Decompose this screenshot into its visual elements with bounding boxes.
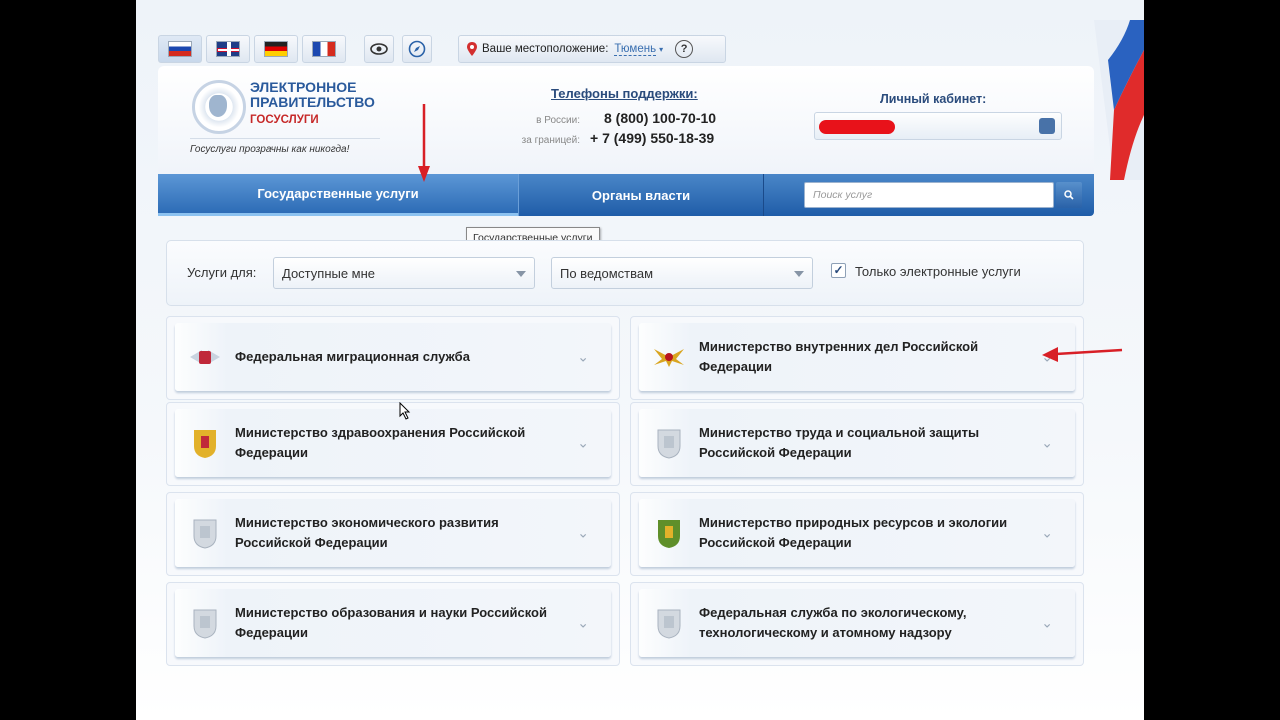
flag-uk-icon [216,41,240,57]
flag-ru-icon [168,41,192,57]
redacted-username [819,120,895,134]
chevron-down-icon[interactable]: ⌄ [1041,435,1053,452]
accessibility-button[interactable] [364,35,394,63]
slogan: Госуслуги прозрачны как никогда! [190,144,350,155]
slogan-divider [190,138,380,139]
logo-text[interactable]: ЭЛЕКТРОННОЕ ПРАВИТЕЛЬСТВО [250,80,400,110]
location-label: Ваше местоположение: [482,43,609,55]
department-card[interactable]: Министерство труда и социальной защиты Р… [630,402,1084,486]
search-input[interactable]: Поиск услуг [804,182,1054,208]
search-icon [1064,190,1074,200]
site-header: ЭЛЕКТРОННОЕ ПРАВИТЕЛЬСТВО ГОСУСЛУГИ Госу… [158,66,1094,174]
department-title[interactable]: Федеральная служба по экологическому, те… [699,603,1029,643]
department-card[interactable]: Федеральная миграционная служба ⌄ [166,316,620,400]
gosuslugi-page: Ваше местоположение: Тюмень ▾ ? ЭЛЕКТРОН… [136,0,1144,720]
chevron-down-icon[interactable]: ⌄ [577,349,589,366]
coat-of-arms-icon [187,425,223,461]
coat-of-arms-icon [651,515,687,551]
department-card[interactable]: Министерство природных ресурсов и эколог… [630,492,1084,576]
department-title[interactable]: Министерство здравоохранения Российской … [235,423,565,463]
lang-en-button[interactable] [206,35,250,63]
cabinet-user-box[interactable] [814,112,1062,140]
logo-line3: ГОСУСЛУГИ [250,114,319,126]
language-bar [158,35,432,63]
department-title[interactable]: Министерство природных ресурсов и эколог… [699,513,1029,553]
abroad-phone: + 7 (499) 550-18-39 [590,130,715,146]
department-card-body[interactable]: Министерство труда и социальной защиты Р… [639,409,1075,477]
audience-select[interactable]: Доступные мне [273,257,535,289]
annotation-arrow-down [418,104,430,182]
department-card[interactable]: Федеральная служба по экологическому, те… [630,582,1084,666]
abroad-label: за границей: [521,135,580,146]
compass-button[interactable] [402,35,432,63]
city-dropdown-icon[interactable]: ▾ [659,45,663,54]
department-card-body[interactable]: Министерство здравоохранения Российской … [175,409,611,477]
gosuslugi-logo-icon[interactable] [192,80,246,134]
chevron-down-icon[interactable]: ⌄ [1041,525,1053,542]
flag-fr-icon [312,41,336,57]
location-pin-icon [467,42,477,56]
compass-icon [408,40,426,58]
electronic-only-label[interactable]: Только электронные услуги [855,264,1021,279]
mouse-cursor-icon [399,402,411,420]
audience-select-value: Доступные мне [282,266,376,281]
department-card[interactable]: Министерство образования и науки Российс… [166,582,620,666]
department-card[interactable]: Министерство здравоохранения Российской … [166,402,620,486]
coat-of-arms-icon [651,425,687,461]
chevron-down-icon [794,271,804,277]
support-phones-link[interactable]: Телефоны поддержки: [551,86,698,101]
department-title[interactable]: Министерство образования и науки Российс… [235,603,565,643]
coat-of-arms-icon [187,515,223,551]
department-card[interactable]: Министерство внутренних дел Российской Ф… [630,316,1084,400]
department-card-body[interactable]: Министерство природных ресурсов и эколог… [639,499,1075,567]
coat-of-arms-icon [187,339,223,375]
browser-viewport: Ваше местоположение: Тюмень ▾ ? ЭЛЕКТРОН… [136,0,1144,720]
department-card-body[interactable]: Министерство образования и науки Российс… [175,589,611,657]
tab-gov-services[interactable]: Государственные услуги [158,174,518,216]
chevron-down-icon[interactable]: ⌄ [1041,615,1053,632]
eye-icon [370,43,388,55]
main-nav: Государственные услуги Органы власти Пои… [158,174,1094,216]
search-button[interactable] [1056,182,1082,208]
lang-fr-button[interactable] [302,35,346,63]
chevron-down-icon[interactable]: ⌄ [577,525,589,542]
coat-of-arms-icon [651,605,687,641]
tab-authorities[interactable]: Органы власти [518,174,764,216]
russia-phone: 8 (800) 100-70-10 [604,110,717,126]
city-selector[interactable]: Тюмень [614,43,657,56]
department-title[interactable]: Министерство труда и социальной защиты Р… [699,423,1029,463]
chevron-down-icon[interactable]: ⌄ [577,435,589,452]
department-card-body[interactable]: Федеральная миграционная служба ⌄ [175,323,611,391]
services-filter: Услуги для: Доступные мне По ведомствам … [166,240,1084,306]
department-card-body[interactable]: Министерство экономического развития Рос… [175,499,611,567]
location-bar: Ваше местоположение: Тюмень ▾ ? [458,35,726,63]
grouping-select[interactable]: По ведомствам [551,257,813,289]
cabinet-title: Личный кабинет: [880,92,987,106]
flag-de-icon [264,41,288,57]
annotation-arrow-left [1042,347,1123,362]
flag-ribbon-decoration [1094,20,1144,180]
department-title[interactable]: Федеральная миграционная служба [235,347,565,367]
coat-of-arms-icon [651,339,687,375]
department-card[interactable]: Министерство экономического развития Рос… [166,492,620,576]
logout-icon[interactable] [1039,118,1055,134]
department-title[interactable]: Министерство внутренних дел Российской Ф… [699,337,1029,377]
logo-line1: ЭЛЕКТРОННОЕ [250,79,357,95]
chevron-down-icon[interactable]: ⌄ [577,615,589,632]
electronic-only-checkbox[interactable]: ✓ [831,263,846,278]
lang-ru-button[interactable] [158,35,202,63]
department-card-body[interactable]: Федеральная служба по экологическому, те… [639,589,1075,657]
chevron-down-icon [516,271,526,277]
help-button[interactable]: ? [675,40,694,58]
grouping-select-value: По ведомствам [560,266,654,281]
filter-label: Услуги для: [187,265,257,280]
coat-of-arms-icon [187,605,223,641]
department-title[interactable]: Министерство экономического развития Рос… [235,513,565,553]
russia-label: в России: [536,115,580,126]
lang-de-button[interactable] [254,35,298,63]
department-card-body[interactable]: Министерство внутренних дел Российской Ф… [639,323,1075,391]
logo-line2: ПРАВИТЕЛЬСТВО [250,94,375,110]
